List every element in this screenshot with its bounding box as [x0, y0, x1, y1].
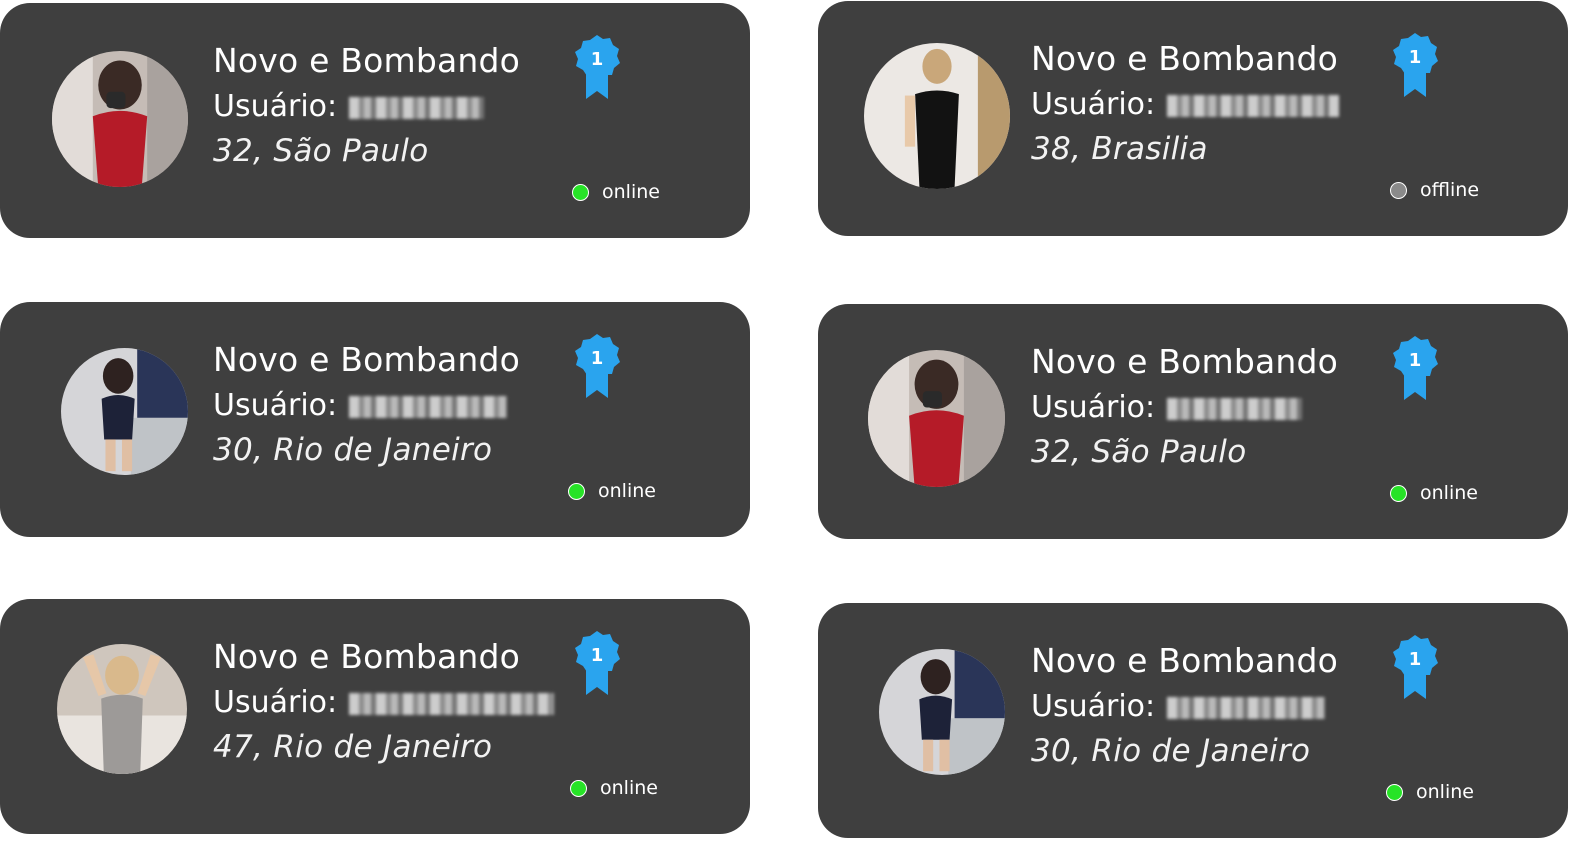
avatar-photo — [868, 350, 1005, 487]
age-location: 38, Brasilia — [1031, 131, 1208, 167]
username-row: Usuário: — [1031, 87, 1340, 122]
profile-card[interactable]: Novo e Bombando Usuário: 47, Rio de Jane… — [0, 599, 750, 834]
avatar-photo — [61, 348, 188, 475]
username-blurred — [1167, 397, 1303, 420]
status-text: offline — [1420, 179, 1480, 201]
profile-card[interactable]: Novo e Bombando Usuário: 32, São Paulo 1… — [0, 3, 750, 238]
username-row: Usuário: — [213, 388, 508, 423]
avatar[interactable] — [864, 43, 1010, 189]
award-ribbon-icon: 1 — [575, 334, 620, 398]
status-dot-icon — [572, 183, 589, 201]
card-title: Novo e Bombando — [1031, 39, 1339, 78]
avatar[interactable] — [61, 348, 188, 475]
badge-number: 1 — [1409, 47, 1422, 68]
award-ribbon-icon: 1 — [1393, 336, 1438, 400]
card-title: Novo e Bombando — [213, 41, 521, 80]
status-indicator: online — [1386, 781, 1474, 803]
award-ribbon-icon: 1 — [575, 631, 620, 695]
status-indicator: offline — [1390, 179, 1479, 201]
avatar[interactable] — [879, 649, 1005, 775]
avatar-photo — [57, 644, 187, 774]
username-blurred — [1167, 94, 1340, 117]
username-blurred — [349, 395, 508, 418]
avatar[interactable] — [52, 51, 188, 187]
age-location: 47, Rio de Janeiro — [213, 729, 493, 765]
username-blurred — [1167, 696, 1326, 719]
status-dot-icon — [1386, 783, 1403, 801]
username-label: Usuário: — [1031, 390, 1156, 425]
age-location: 32, São Paulo — [213, 133, 429, 169]
badge-number: 1 — [1409, 350, 1422, 371]
status-text: online — [1420, 482, 1478, 504]
username-label: Usuário: — [213, 388, 338, 423]
status-indicator: online — [568, 480, 656, 502]
profile-card[interactable]: Novo e Bombando Usuário: 30, Rio de Jane… — [818, 603, 1568, 838]
avatar[interactable] — [868, 350, 1005, 487]
username-label: Usuário: — [213, 89, 338, 124]
username-blurred — [349, 96, 485, 119]
age-location: 30, Rio de Janeiro — [1031, 733, 1311, 769]
avatar-photo — [879, 649, 1005, 775]
status-dot-icon — [570, 779, 587, 797]
age-location: 30, Rio de Janeiro — [213, 432, 493, 468]
status-dot-icon — [1390, 181, 1407, 199]
award-ribbon-icon: 1 — [1393, 33, 1438, 97]
profile-card[interactable]: Novo e Bombando Usuário: 32, São Paulo 1… — [818, 304, 1568, 539]
status-indicator: online — [1390, 482, 1478, 504]
username-row: Usuário: — [1031, 689, 1326, 724]
avatar-photo — [52, 51, 188, 187]
award-ribbon-icon: 1 — [575, 35, 620, 99]
status-indicator: online — [572, 181, 660, 203]
card-title: Novo e Bombando — [1031, 641, 1339, 680]
badge-number: 1 — [1409, 649, 1422, 670]
badge-number: 1 — [591, 49, 604, 70]
status-text: online — [600, 777, 658, 799]
username-row: Usuário: — [1031, 390, 1303, 425]
status-text: online — [598, 480, 656, 502]
status-text: online — [1416, 781, 1474, 803]
card-title: Novo e Bombando — [213, 637, 521, 676]
profile-card[interactable]: Novo e Bombando Usuário: 30, Rio de Jane… — [0, 302, 750, 537]
age-location: 32, São Paulo — [1031, 434, 1247, 470]
username-label: Usuário: — [1031, 87, 1156, 122]
username-label: Usuário: — [1031, 689, 1156, 724]
award-ribbon-icon: 1 — [1393, 635, 1438, 699]
status-dot-icon — [568, 482, 585, 500]
avatar-photo — [864, 43, 1010, 189]
username-row: Usuário: — [213, 685, 555, 720]
profile-card[interactable]: Novo e Bombando Usuário: 38, Brasilia 1 … — [818, 1, 1568, 236]
status-dot-icon — [1390, 484, 1407, 502]
status-indicator: online — [570, 777, 658, 799]
badge-number: 1 — [591, 348, 604, 369]
status-text: online — [602, 181, 660, 203]
username-row: Usuário: — [213, 89, 485, 124]
username-label: Usuário: — [213, 685, 338, 720]
username-blurred — [349, 692, 555, 715]
card-title: Novo e Bombando — [1031, 342, 1339, 381]
card-title: Novo e Bombando — [213, 340, 521, 379]
avatar[interactable] — [57, 644, 187, 774]
badge-number: 1 — [591, 645, 604, 666]
